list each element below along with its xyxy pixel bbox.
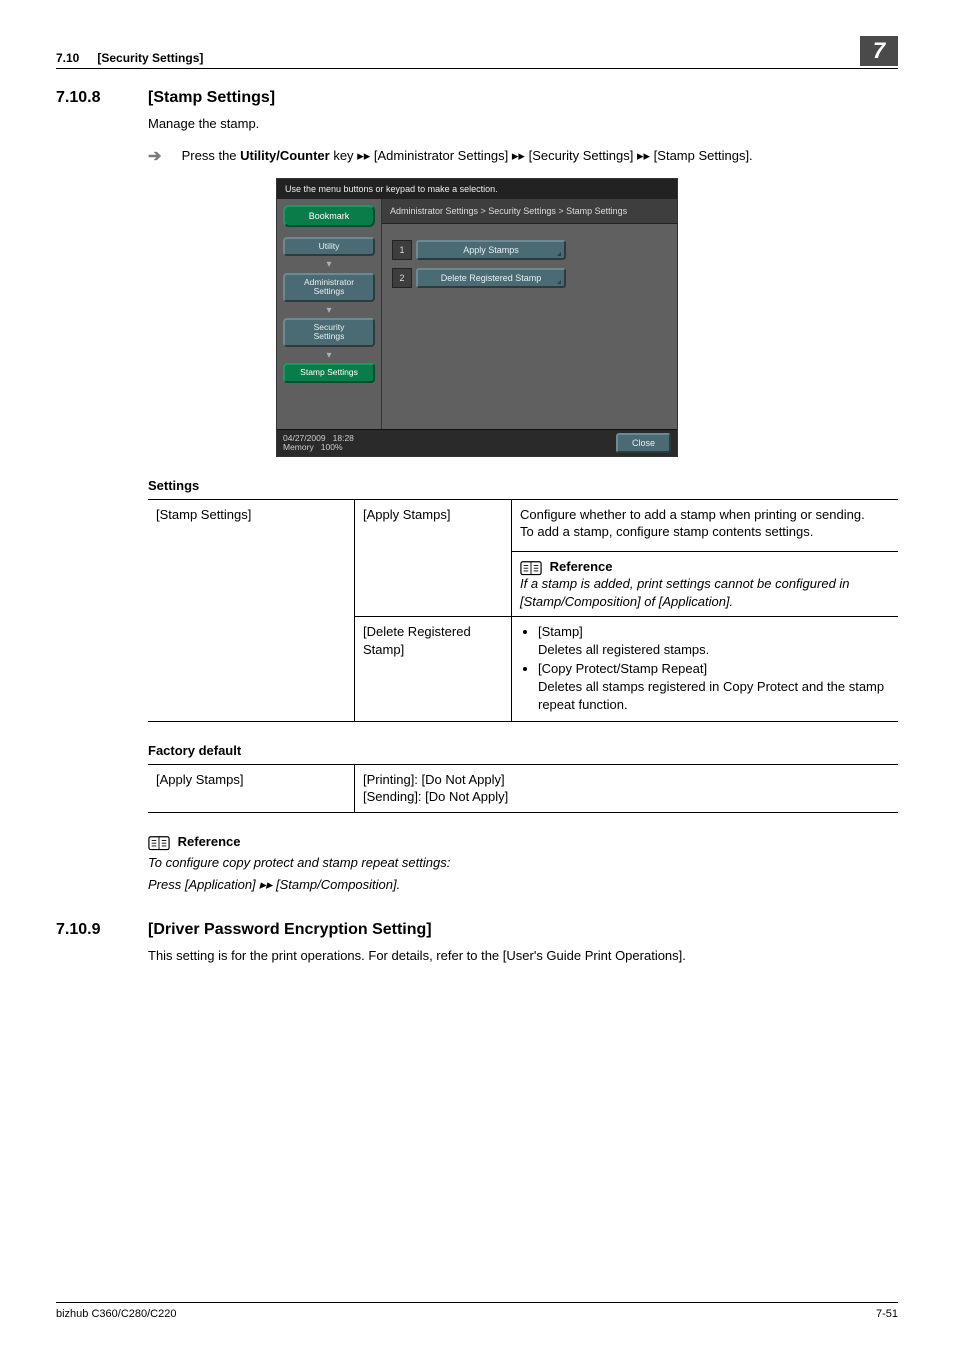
header-section-num: 7.10 [56,50,79,66]
footer-memory-label: Memory [283,442,314,452]
screenshot-main: Administrator Settings > Security Settin… [381,199,677,429]
reference-block: Reference To configure copy protect and … [148,833,898,894]
delete-registered-stamp-button[interactable]: Delete Registered Stamp [416,268,566,288]
reference-label: Reference [178,834,241,849]
apply-stamps-button[interactable]: Apply Stamps [416,240,566,260]
reference-line-part: Press [Application] [148,877,259,892]
crumb-stamp-settings[interactable]: Stamp Settings [283,363,375,382]
list-item-title: [Copy Protect/Stamp Repeat] [538,661,707,676]
reference-line-part: [Stamp/Composition]. [272,877,400,892]
chevron-down-icon: ▾ [283,304,375,318]
fd-value-line: [Sending]: [Do Not Apply] [363,789,508,804]
step-path-3: [Stamp Settings]. [654,148,753,163]
double-arrow-icon: ▸▸ [259,876,272,894]
page-footer: bizhub C360/C280/C220 7-51 [56,1302,898,1322]
section-num: 7.10.8 [56,87,148,109]
settings-col-category: [Stamp Settings] [148,499,355,721]
step-text-bold: Utility/Counter [240,148,330,163]
chevron-down-icon: ▾ [283,349,375,363]
reference-label: Reference [550,559,613,574]
list-item-title: [Stamp] [538,624,583,639]
reference-line: Press [Application] ▸▸ [Stamp/Compositio… [148,876,898,894]
navigation-step: ➔ Press the Utility/Counter key ▸▸ [Admi… [148,146,898,168]
crumb-security-settings[interactable]: Security Settings [283,318,375,347]
fd-item: [Apply Stamps] [148,764,355,812]
footer-memory-value: 100% [321,442,343,452]
factory-default-heading: Factory default [148,742,898,760]
settings-desc-line: To add a stamp, configure stamp contents… [520,524,813,539]
step-path-1: [Administrator Settings] [374,148,508,163]
double-arrow-icon: ▸▸ [512,147,525,165]
reference-line: To configure copy protect and stamp repe… [148,854,898,872]
breadcrumb-path: Administrator Settings > Security Settin… [382,199,677,224]
footer-page-num: 7-51 [876,1307,898,1322]
crumb-utility[interactable]: Utility [283,237,375,256]
menu-item-number: 1 [392,240,412,260]
settings-col-item: [Delete Registered Stamp] [355,617,512,722]
settings-table: [Stamp Settings] [Apply Stamps] Configur… [148,499,898,722]
settings-col-item: [Apply Stamps] [355,499,512,617]
screenshot-sidebar: Bookmark Utility ▾ Administrator Setting… [277,199,381,429]
settings-desc-line: Configure whether to add a stamp when pr… [520,507,865,522]
list-item-desc: Deletes all stamps registered in Copy Pr… [538,679,884,712]
chapter-tab: 7 [860,36,898,66]
double-arrow-icon: ▸▸ [357,147,370,165]
section-num: 7.10.9 [56,919,148,941]
reference-icon [148,834,170,850]
screenshot-instruction: Use the menu buttons or keypad to make a… [277,179,677,199]
section-heading: 7.10.8 [Stamp Settings] [56,87,898,109]
settings-col-desc: Configure whether to add a stamp when pr… [512,499,899,617]
close-button[interactable]: Close [616,433,671,453]
step-path-2: [Security Settings] [529,148,634,163]
menu-item[interactable]: 2 Delete Registered Stamp [392,268,667,288]
header-section-title: [Security Settings] [97,50,860,66]
section-body: This setting is for the print operations… [148,947,898,965]
section-title: [Driver Password Encryption Setting] [148,919,432,941]
menu-item[interactable]: 1 Apply Stamps [392,240,667,260]
menu-item-number: 2 [392,268,412,288]
list-item: [Stamp] Deletes all registered stamps. [538,623,890,658]
arrow-right-icon: ➔ [148,146,168,168]
section-heading: 7.10.9 [Driver Password Encryption Setti… [56,919,898,941]
factory-default-table: [Apply Stamps] [Printing]: [Do Not Apply… [148,764,898,813]
step-text-prefix: Press the [182,148,241,163]
device-screenshot: Use the menu buttons or keypad to make a… [276,178,678,457]
section-intro: Manage the stamp. [148,115,898,133]
list-item-desc: Deletes all registered stamps. [538,642,709,657]
double-arrow-icon: ▸▸ [637,147,650,165]
settings-heading: Settings [148,477,898,495]
section-title: [Stamp Settings] [148,87,275,109]
chevron-down-icon: ▾ [283,258,375,272]
reference-icon [520,559,542,575]
list-item: [Copy Protect/Stamp Repeat] Deletes all … [538,660,890,713]
fd-value-line: [Printing]: [Do Not Apply] [363,772,505,787]
footer-model: bizhub C360/C280/C220 [56,1307,176,1322]
step-text-mid: key [330,148,357,163]
fd-value: [Printing]: [Do Not Apply] [Sending]: [D… [355,764,899,812]
reference-note: If a stamp is added, print settings cann… [520,576,850,609]
crumb-admin-settings[interactable]: Administrator Settings [283,273,375,302]
settings-col-desc: [Stamp] Deletes all registered stamps. [… [512,617,899,722]
page-header: 7.10 [Security Settings] 7 [56,36,898,69]
screenshot-footer: 04/27/2009 18:28 Memory 100% Close [277,429,677,456]
bookmark-button[interactable]: Bookmark [283,205,375,227]
